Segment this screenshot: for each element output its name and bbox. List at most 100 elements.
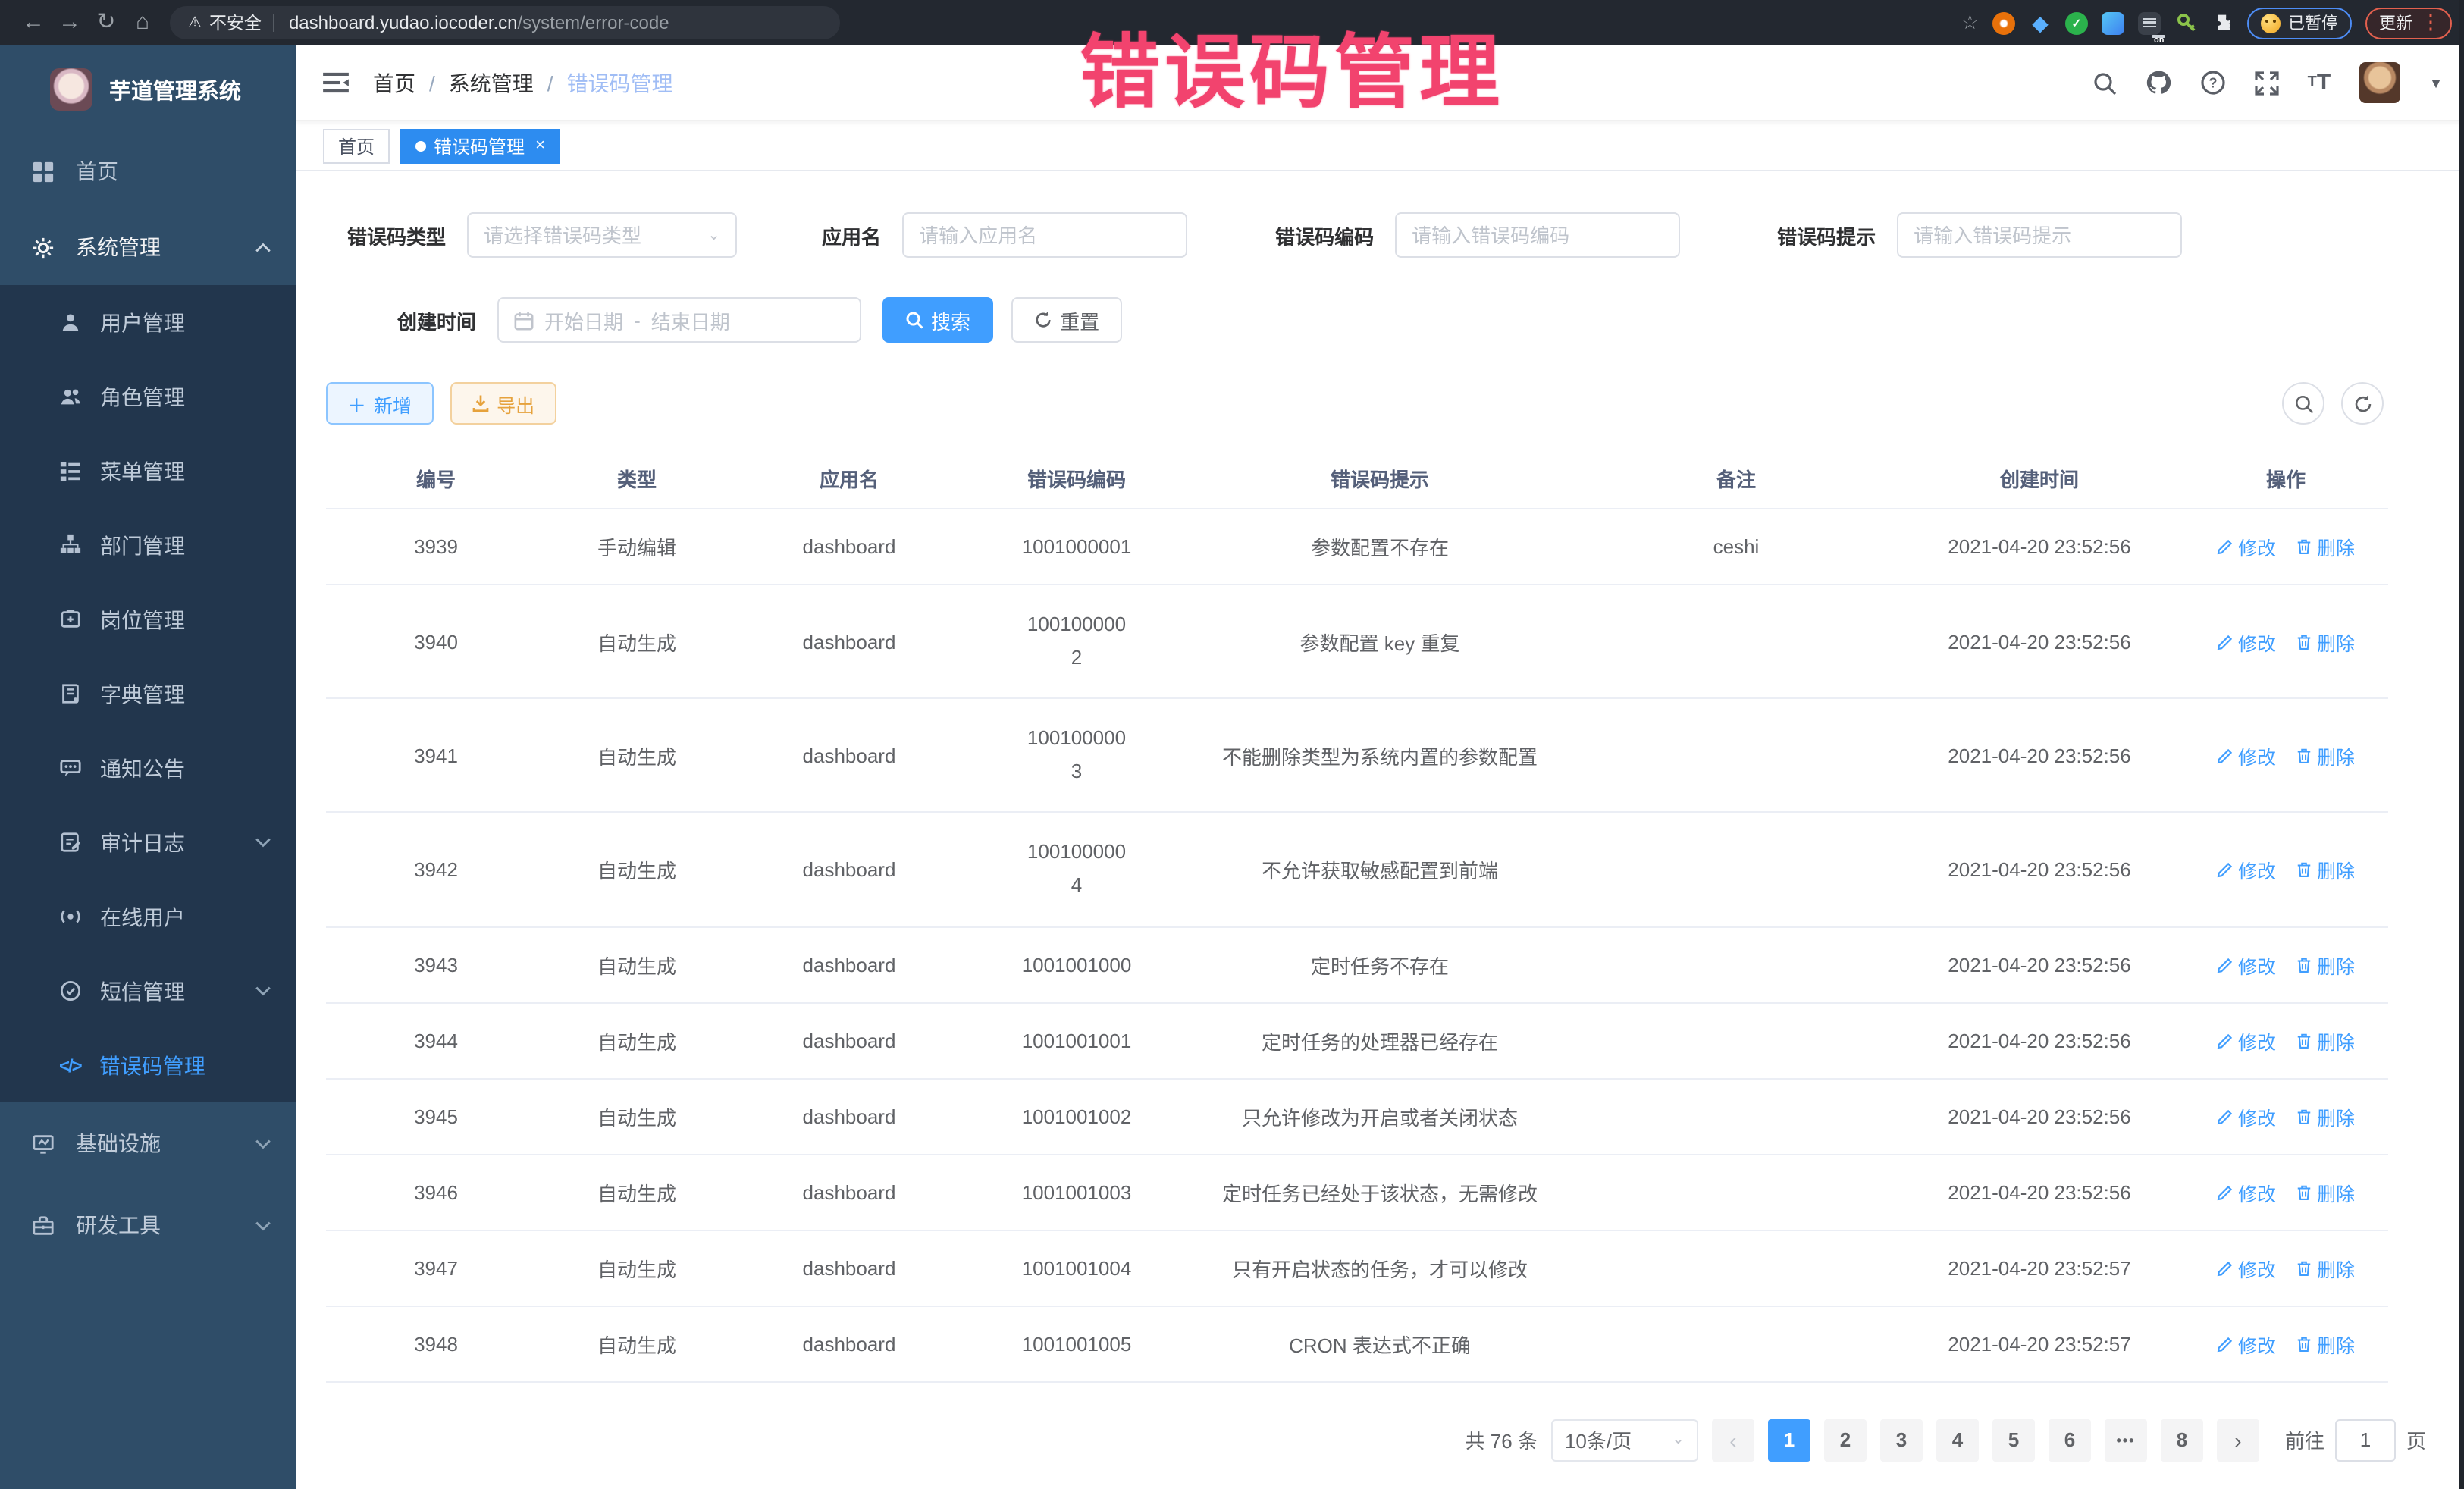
page-button[interactable]: 3 (1880, 1418, 1923, 1461)
edit-link[interactable]: 修改 (2217, 532, 2276, 561)
back-icon[interactable]: ← (15, 0, 52, 45)
window-edge-scrollbar[interactable] (2459, 0, 2464, 1489)
edit-link[interactable]: 修改 (2217, 741, 2276, 770)
close-tag-icon[interactable]: × (535, 136, 545, 155)
extension-icon[interactable] (1992, 11, 2015, 34)
delete-icon (2296, 1108, 2312, 1124)
error-type-select[interactable]: ⌄ (467, 212, 737, 258)
breadcrumb-home[interactable]: 首页 (373, 67, 415, 98)
sidebar-item-online-users[interactable]: 在线用户 (0, 879, 296, 954)
delete-link[interactable]: 删除 (2296, 532, 2355, 561)
github-icon[interactable] (2146, 70, 2171, 96)
reload-icon[interactable]: ↻ (88, 0, 124, 45)
reset-button[interactable]: 重置 (1011, 297, 1122, 343)
menu-dots-icon[interactable]: ⋮ (2423, 18, 2438, 28)
next-page-button[interactable]: › (2217, 1418, 2259, 1461)
edit-link[interactable]: 修改 (2217, 1026, 2276, 1055)
edit-link[interactable]: 修改 (2217, 855, 2276, 884)
edit-link[interactable]: 修改 (2217, 1102, 2276, 1130)
page-size-select[interactable]: 10条/页 ⌄ (1551, 1418, 1698, 1461)
page-button[interactable]: 1 (1768, 1418, 1810, 1461)
error-hint-field[interactable] (1897, 212, 2182, 258)
edit-link[interactable]: 修改 (2217, 1253, 2276, 1282)
sidebar-item-infrastructure[interactable]: 基础设施 (0, 1102, 296, 1184)
delete-link[interactable]: 删除 (2296, 1329, 2355, 1358)
toggle-search-button[interactable] (2282, 382, 2324, 425)
delete-link[interactable]: 删除 (2296, 950, 2355, 979)
extensions-puzzle-icon[interactable] (2211, 11, 2234, 34)
extension-paused-badge[interactable]: 已暂停 (2247, 7, 2352, 39)
table-row: 3947 自动生成 dashboard 1001001004 只有开启状态的任务… (326, 1230, 2388, 1306)
user-avatar[interactable] (2359, 62, 2400, 103)
edit-link[interactable]: 修改 (2217, 1329, 2276, 1358)
error-code-input[interactable] (1412, 224, 1663, 246)
sidebar-item-user-mgmt[interactable]: 用户管理 (0, 285, 296, 359)
font-size-icon[interactable]: TT (2308, 70, 2331, 96)
extension-icon[interactable] (2102, 11, 2124, 34)
sidebar-item-sms-mgmt[interactable]: 短信管理 (0, 954, 296, 1028)
delete-link[interactable]: 删除 (2296, 1102, 2355, 1130)
sidebar-logo[interactable]: 芋道管理系统 (0, 45, 296, 133)
sidebar-item-audit-log[interactable]: 审计日志 (0, 805, 296, 879)
sidebar-item-menu-mgmt[interactable]: 菜单管理 (0, 434, 296, 508)
delete-link[interactable]: 删除 (2296, 627, 2355, 656)
search-button[interactable]: 搜索 (882, 297, 993, 343)
browser-update-button[interactable]: 更新 ⋮ (2365, 7, 2452, 39)
page-button[interactable]: 2 (1824, 1418, 1867, 1461)
sidebar-item-notice[interactable]: 通知公告 (0, 731, 296, 805)
delete-link[interactable]: 删除 (2296, 1253, 2355, 1282)
sidebar-item-system-mgmt[interactable]: 系统管理 (0, 209, 296, 285)
page-button[interactable]: 6 (2049, 1418, 2091, 1461)
sidebar-item-role-mgmt[interactable]: 角色管理 (0, 359, 296, 434)
header-search-icon[interactable] (2093, 71, 2117, 95)
edit-link[interactable]: 修改 (2217, 1177, 2276, 1206)
app-name-field[interactable] (902, 212, 1187, 258)
delete-link[interactable]: 删除 (2296, 1177, 2355, 1206)
add-button[interactable]: ＋ 新增 (326, 382, 433, 425)
delete-link[interactable]: 删除 (2296, 1026, 2355, 1055)
app-name-input[interactable] (919, 224, 1171, 246)
breadcrumb-system[interactable]: 系统管理 (449, 67, 534, 98)
start-date-placeholder[interactable]: 开始日期 (544, 306, 623, 334)
extension-icon[interactable]: on (2138, 11, 2161, 34)
address-bar[interactable]: ⚠ 不安全 dashboard.yudao.iocoder.cn/system/… (170, 6, 840, 39)
sidebar-item-error-code-mgmt[interactable]: </> 错误码管理 (0, 1028, 296, 1102)
edit-link[interactable]: 修改 (2217, 627, 2276, 656)
sidebar-item-post-mgmt[interactable]: 岗位管理 (0, 582, 296, 657)
end-date-placeholder[interactable]: 结束日期 (651, 306, 730, 334)
avatar-caret-icon[interactable]: ▼ (2429, 75, 2443, 90)
page-content: 错误码类型 ⌄ 应用名 (296, 171, 2464, 1489)
hamburger-fold-icon[interactable] (323, 71, 349, 94)
sidebar-item-dict-mgmt[interactable]: 字典管理 (0, 657, 296, 731)
sidebar-item-dept-mgmt[interactable]: 部门管理 (0, 508, 296, 582)
edit-link[interactable]: 修改 (2217, 950, 2276, 979)
page-button[interactable]: 8 (2161, 1418, 2203, 1461)
error-type-select-input[interactable] (484, 224, 707, 246)
bookmark-star-icon[interactable]: ☆ (1961, 11, 1979, 35)
tag-home[interactable]: 首页 (323, 128, 390, 163)
more-pages-button[interactable]: ••• (2105, 1418, 2147, 1461)
export-button[interactable]: 导出 (450, 382, 556, 425)
prev-page-button[interactable]: ‹ (1712, 1418, 1754, 1461)
extension-icon[interactable] (2174, 11, 2197, 34)
fullscreen-icon[interactable] (2255, 71, 2279, 95)
refresh-table-button[interactable] (2341, 382, 2384, 425)
sidebar-item-home[interactable]: 首页 (0, 133, 296, 209)
delete-link[interactable]: 删除 (2296, 855, 2355, 884)
delete-link[interactable]: 删除 (2296, 741, 2355, 770)
help-icon[interactable]: ? (2200, 70, 2226, 96)
tag-error-code-active[interactable]: 错误码管理 × (400, 128, 560, 163)
not-secure-warning-icon: ⚠ (188, 14, 202, 31)
home-icon[interactable]: ⌂ (124, 0, 161, 45)
error-hint-input[interactable] (1914, 224, 2165, 246)
sidebar-item-dev-tools[interactable]: 研发工具 (0, 1184, 296, 1266)
forward-icon[interactable]: → (52, 0, 88, 45)
goto-page-input[interactable] (2335, 1418, 2396, 1461)
date-range-picker[interactable]: 开始日期 - 结束日期 (497, 297, 861, 343)
error-code-field[interactable] (1395, 212, 1680, 258)
breadcrumb-current: 错误码管理 (567, 67, 673, 98)
page-button[interactable]: 5 (1992, 1418, 2035, 1461)
extension-icon[interactable]: ◆ (2029, 11, 2052, 34)
extension-icon[interactable]: ✓ (2065, 11, 2088, 34)
page-button[interactable]: 4 (1936, 1418, 1979, 1461)
